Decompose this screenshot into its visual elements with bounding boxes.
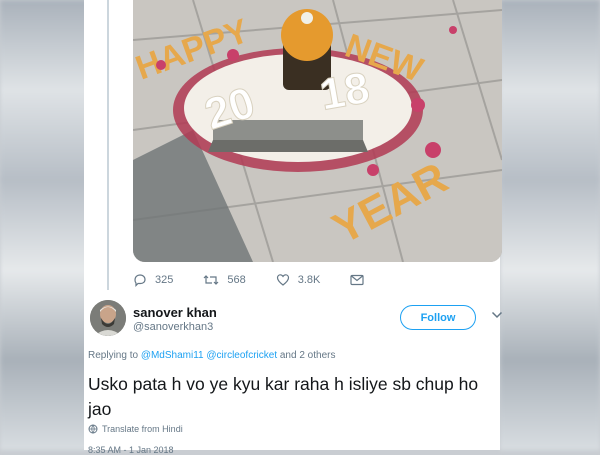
replying-to-line: Replying to @MdShami11 @circleofcricket … bbox=[88, 350, 335, 361]
background-blur-right bbox=[500, 0, 600, 450]
chevron-down-icon[interactable] bbox=[491, 311, 503, 319]
retweet-icon bbox=[203, 275, 219, 285]
rangoli-photo: HAPPY NEW YEAR 20 18 bbox=[133, 0, 502, 262]
avatar[interactable] bbox=[90, 300, 126, 336]
follow-button[interactable]: Follow bbox=[400, 305, 476, 330]
mention-link-1[interactable]: @MdShami11 bbox=[141, 350, 204, 361]
envelope-icon bbox=[350, 274, 364, 286]
like-count: 3.8K bbox=[297, 274, 321, 286]
globe-icon bbox=[88, 424, 98, 434]
translate-link[interactable]: Translate from Hindi bbox=[88, 424, 183, 434]
background-blur-left bbox=[0, 0, 90, 450]
user-handle[interactable]: @sanoverkhan3 bbox=[133, 321, 213, 333]
heart-icon bbox=[276, 274, 289, 286]
reply-text: Usko pata h vo ye kyu kar raha h isliye … bbox=[88, 374, 479, 419]
translate-label: Translate from Hindi bbox=[102, 424, 183, 434]
avatar-photo bbox=[90, 300, 126, 336]
replying-prefix: Replying to bbox=[88, 350, 139, 361]
retweet-count: 568 bbox=[227, 274, 246, 286]
replying-suffix[interactable]: and 2 others bbox=[280, 350, 336, 361]
direct-message-action[interactable] bbox=[350, 274, 372, 286]
reply-count: 325 bbox=[155, 274, 174, 286]
tweet-media-image[interactable]: HAPPY NEW YEAR 20 18 bbox=[133, 0, 502, 262]
like-action[interactable]: 3.8K bbox=[276, 273, 321, 287]
tweet-action-bar: 325 568 3.8K bbox=[133, 270, 402, 290]
svg-text:18: 18 bbox=[316, 63, 373, 120]
tweet-timestamp[interactable]: 8:35 AM - 1 Jan 2018 bbox=[88, 445, 174, 455]
thread-line bbox=[107, 0, 109, 290]
retweet-action[interactable]: 568 bbox=[203, 273, 246, 287]
reply-icon bbox=[134, 274, 146, 287]
reply-action[interactable]: 325 bbox=[133, 273, 173, 287]
user-display-name[interactable]: sanover khan bbox=[133, 305, 217, 320]
mention-link-2[interactable]: @circleofcricket bbox=[206, 350, 277, 361]
